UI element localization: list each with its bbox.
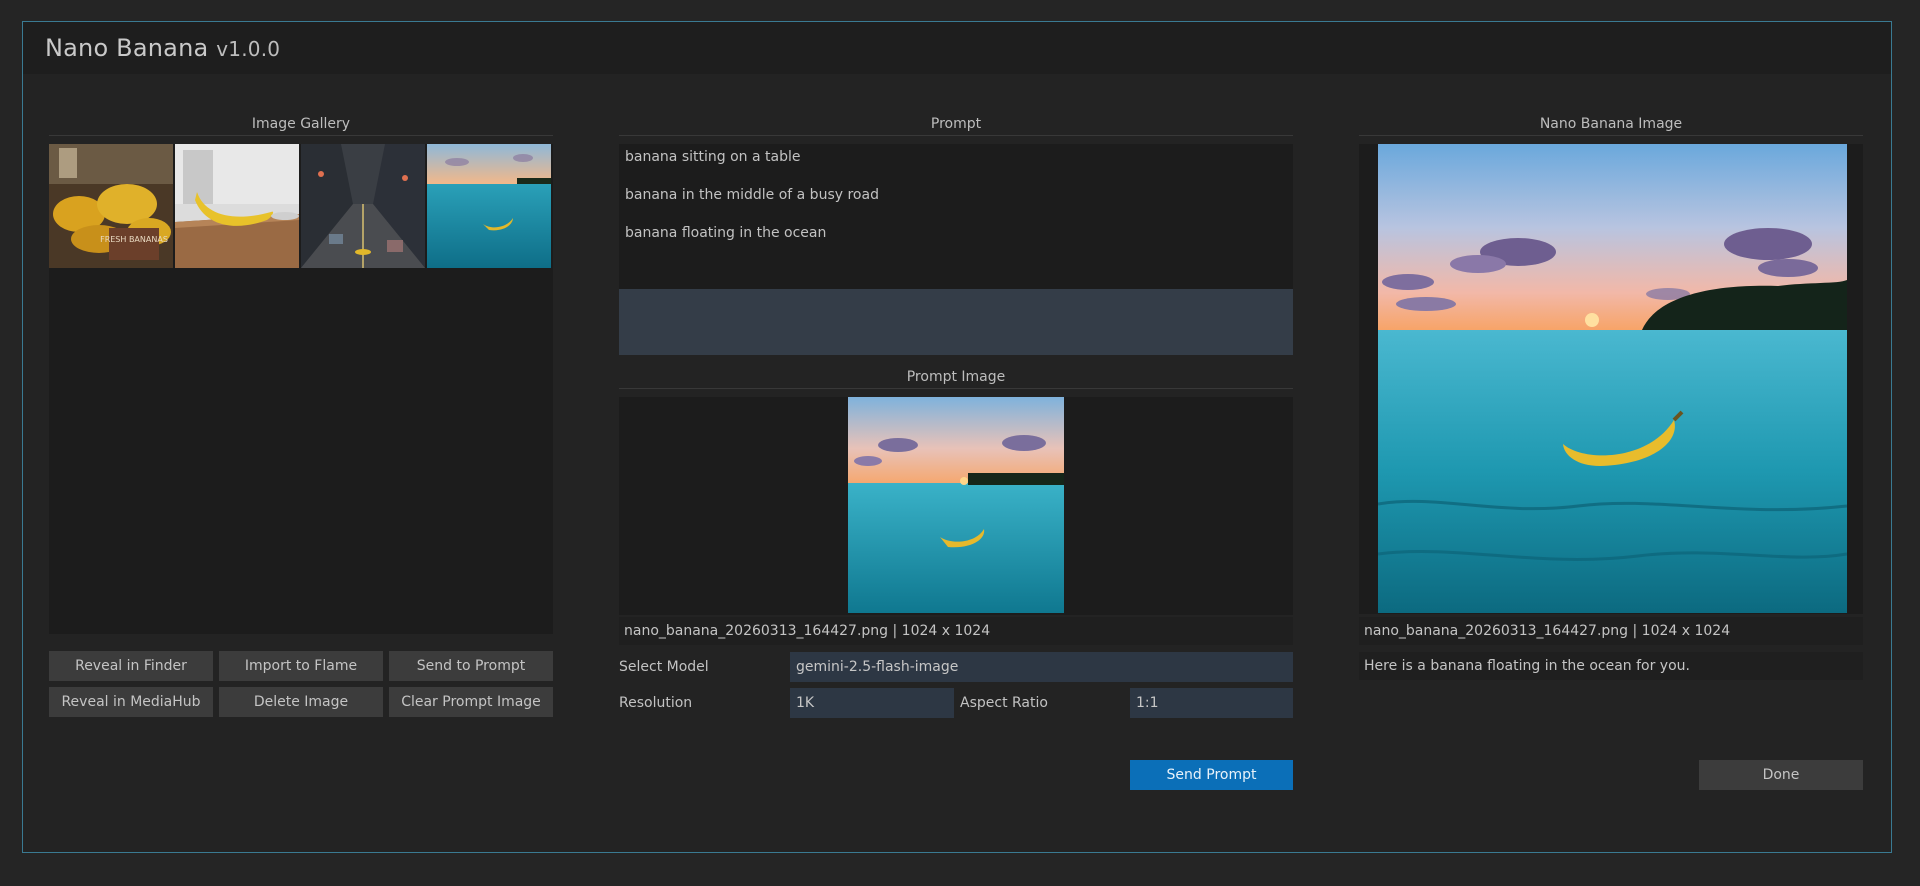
thumb-banana-on-table[interactable]: [175, 144, 299, 268]
import-to-flame-button[interactable]: Import to Flame: [219, 651, 383, 681]
model-select[interactable]: gemini-2.5-flash-image: [790, 652, 1293, 682]
thumb-banana-busy-road[interactable]: [301, 144, 425, 268]
resolution-select[interactable]: 1K: [790, 688, 954, 718]
prompt-history-item[interactable]: banana sitting on a table: [625, 149, 800, 165]
result-image-info: nano_banana_20260313_164427.png | 1024 x…: [1359, 617, 1863, 645]
result-image: [1377, 144, 1848, 617]
result-image-area: [1359, 144, 1863, 614]
gallery-grid: FRESH BANANAS: [49, 144, 553, 634]
aspect-ratio-label: Aspect Ratio: [960, 695, 1048, 711]
prompt-image-info: nano_banana_20260313_164427.png | 1024 x…: [619, 617, 1293, 645]
gallery-thumbnails: FRESH BANANAS: [49, 144, 553, 268]
prompt-history-list: banana sitting on a table banana in the …: [619, 144, 1293, 290]
prompt-input[interactable]: [619, 289, 1293, 355]
app-version: v1.0.0: [216, 37, 281, 61]
prompt-image: [848, 397, 1064, 617]
aspect-ratio-select[interactable]: 1:1: [1130, 688, 1293, 718]
select-model-label: Select Model: [619, 659, 709, 675]
clear-prompt-image-button[interactable]: Clear Prompt Image: [389, 687, 553, 717]
prompt-history-item[interactable]: banana floating in the ocean: [625, 225, 826, 241]
send-prompt-button[interactable]: Send Prompt: [1130, 760, 1293, 790]
resolution-label: Resolution: [619, 695, 693, 711]
app-title: Nano Banana v1.0.0: [45, 34, 280, 62]
app-name: Nano Banana: [45, 34, 209, 62]
gallery-title: Image Gallery: [49, 114, 553, 136]
thumb-banana-ocean[interactable]: [427, 144, 551, 268]
delete-image-button[interactable]: Delete Image: [219, 687, 383, 717]
send-to-prompt-button[interactable]: Send to Prompt: [389, 651, 553, 681]
result-message: Here is a banana floating in the ocean f…: [1359, 652, 1863, 680]
fresh-bananas-sign: FRESH BANANAS: [100, 235, 168, 244]
prompt-title: Prompt: [619, 114, 1293, 136]
app-window: Nano Banana v1.0.0 Image Gallery FRESH B…: [22, 21, 1892, 853]
result-title: Nano Banana Image: [1359, 114, 1863, 136]
done-button[interactable]: Done: [1699, 760, 1863, 790]
prompt-image-area: [619, 397, 1293, 615]
reveal-in-finder-button[interactable]: Reveal in Finder: [49, 651, 213, 681]
title-bar: Nano Banana v1.0.0: [23, 22, 1891, 74]
prompt-history-item[interactable]: banana in the middle of a busy road: [625, 187, 879, 203]
thumb-fresh-bananas[interactable]: FRESH BANANAS: [49, 144, 173, 268]
reveal-in-mediahub-button[interactable]: Reveal in MediaHub: [49, 687, 213, 717]
prompt-image-title: Prompt Image: [619, 367, 1293, 389]
